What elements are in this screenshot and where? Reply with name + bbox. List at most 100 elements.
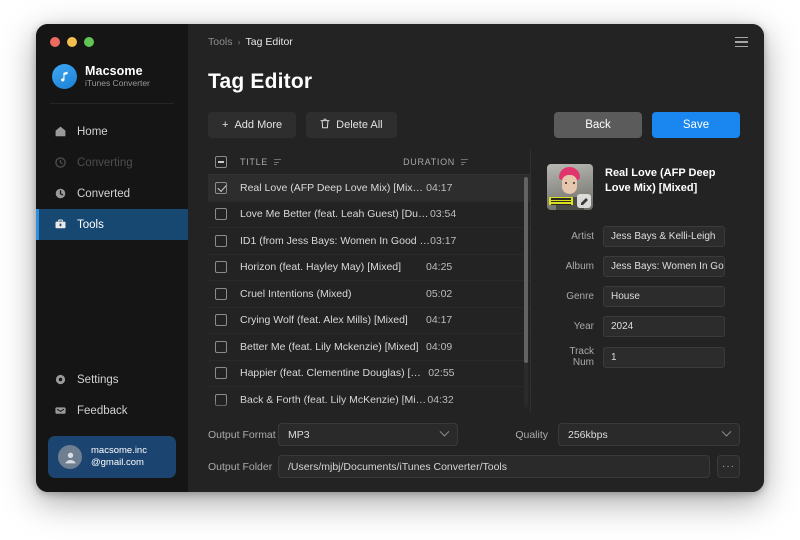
delete-all-button[interactable]: Delete All xyxy=(306,112,397,138)
main-content: Tools › Tag Editor Tag Editor + Add More… xyxy=(188,24,764,492)
row-checkbox[interactable] xyxy=(215,340,227,353)
scrollbar-thumb[interactable] xyxy=(524,177,528,363)
trash-icon xyxy=(320,118,330,132)
sidebar-item-home[interactable]: Home xyxy=(36,116,188,147)
select-all-checkbox[interactable] xyxy=(215,156,227,168)
sort-filter-icon[interactable] xyxy=(461,159,468,165)
table-row[interactable]: Real Love (AFP Deep Love Mix) [Mixed] 04… xyxy=(208,175,530,202)
metadata-fields: Artist Jess Bays & Kelli-Leigh Album Jes… xyxy=(547,226,740,368)
add-more-button[interactable]: + Add More xyxy=(208,112,297,138)
sidebar-item-settings[interactable]: Settings xyxy=(36,364,188,395)
row-checkbox[interactable] xyxy=(215,261,227,274)
row-duration: 04:25 xyxy=(426,261,453,274)
album-input[interactable]: Jess Bays: Women In Goc xyxy=(603,256,725,277)
browse-folder-button[interactable]: ··· xyxy=(717,455,740,478)
sidebar-item-feedback[interactable]: Feedback xyxy=(36,395,188,426)
row-checkbox[interactable] xyxy=(215,181,227,194)
sidebar-item-label: Settings xyxy=(77,373,119,386)
year-input[interactable]: 2024 xyxy=(603,316,725,337)
quality-value: 256kbps xyxy=(568,428,608,441)
close-window-button[interactable] xyxy=(50,37,60,47)
row-title: Better Me (feat. Lily Mckenzie) [Mixed] xyxy=(240,340,419,353)
track-list-scrollbar[interactable] xyxy=(524,177,528,409)
clock-icon xyxy=(53,187,67,201)
row-title: Cruel Intentions (Mixed) xyxy=(240,287,352,300)
row-title: Horizon (feat. Hayley May) [Mixed] xyxy=(240,261,402,274)
save-button[interactable]: Save xyxy=(652,112,740,138)
table-row[interactable]: ID1 (from Jess Bays: Women In Good Comp.… xyxy=(208,228,530,255)
table-row[interactable]: Horizon (feat. Hayley May) [Mixed] 04:25 xyxy=(208,255,530,281)
sidebar-item-converting[interactable]: Converting xyxy=(36,147,188,178)
table-row[interactable]: Love Me Better (feat. Leah Guest) [Dub M… xyxy=(208,202,530,228)
track-num-input[interactable]: 1 xyxy=(603,346,725,368)
table-row[interactable]: Happier (feat. Clementine Douglas) [Mixe… xyxy=(208,361,530,387)
quality-select[interactable]: 256kbps xyxy=(558,423,740,446)
breadcrumb-separator-icon: › xyxy=(237,37,241,47)
field-artist: Artist Jess Bays & Kelli-Leigh xyxy=(547,226,740,247)
account-card[interactable]: macsome.inc @gmail.com xyxy=(48,436,176,478)
row-checkbox[interactable] xyxy=(215,287,227,300)
field-label: Album xyxy=(565,261,594,272)
sidebar-item-converted[interactable]: Converted xyxy=(36,178,188,209)
account-email-line1: macsome.inc xyxy=(91,445,147,457)
output-folder-input[interactable]: /Users/mjbj/Documents/iTunes Converter/T… xyxy=(278,455,710,478)
field-label: Track Num xyxy=(569,346,594,368)
back-button[interactable]: Back xyxy=(554,112,642,138)
artist-input[interactable]: Jess Bays & Kelli-Leigh xyxy=(603,226,725,247)
minimize-window-button[interactable] xyxy=(67,37,77,47)
album-artwork[interactable] xyxy=(547,164,593,210)
delete-all-label: Delete All xyxy=(336,119,383,131)
column-duration[interactable]: DURATION xyxy=(403,157,468,167)
column-title[interactable]: TITLE xyxy=(240,157,282,167)
table-row[interactable]: Back & Forth (feat. Lily McKenzie) [Mixe… xyxy=(208,387,530,413)
output-format-select[interactable]: MP3 xyxy=(278,423,458,446)
sidebar-nav: Home Converting Converted Tools xyxy=(36,116,188,241)
table-row[interactable]: Better Me (feat. Lily Mckenzie) [Mixed] … xyxy=(208,334,530,361)
breadcrumb: Tools › Tag Editor xyxy=(208,36,293,48)
row-duration: 02:55 xyxy=(428,367,455,380)
table-row[interactable]: Cruel Intentions (Mixed) 05:02 xyxy=(208,281,530,308)
artwork-and-title: Real Love (AFP Deep Love Mix) [Mixed] xyxy=(547,164,740,210)
field-track-num: Track Num 1 xyxy=(547,346,740,368)
window-traffic-lights xyxy=(36,24,188,47)
sort-filter-icon[interactable] xyxy=(274,159,282,165)
row-duration: 04:17 xyxy=(426,181,453,194)
sidebar-item-label: Converting xyxy=(77,156,133,169)
sidebar-item-label: Feedback xyxy=(77,404,128,417)
row-duration: 04:17 xyxy=(426,314,453,327)
field-year: Year 2024 xyxy=(547,316,740,337)
hamburger-menu-icon[interactable] xyxy=(735,36,748,48)
chevron-down-icon xyxy=(721,426,732,437)
brand-logo-block: Macsome iTunes Converter xyxy=(36,47,188,90)
field-label: Genre xyxy=(566,291,594,302)
track-rows[interactable]: Real Love (AFP Deep Love Mix) [Mixed] 04… xyxy=(208,175,530,413)
breadcrumb-current: Tag Editor xyxy=(245,36,293,48)
toolbox-icon xyxy=(53,218,67,232)
music-note-icon xyxy=(52,64,77,90)
sidebar-item-label: Converted xyxy=(77,187,131,200)
editor-content: TITLE DURATION Real Love (AFP Deep Love … xyxy=(188,138,764,413)
table-row[interactable]: Crying Wolf (feat. Alex Mills) [Mixed] 0… xyxy=(208,308,530,334)
output-format-value: MP3 xyxy=(288,428,310,441)
screenshot-canvas: Macsome iTunes Converter Home Converting xyxy=(0,0,800,540)
account-email-line2: @gmail.com xyxy=(91,457,144,468)
artwork-eye-right xyxy=(573,182,575,184)
message-icon xyxy=(53,404,67,418)
edit-pencil-icon[interactable] xyxy=(577,194,591,208)
converting-icon xyxy=(53,156,67,170)
output-format-label: Output Format xyxy=(208,428,276,441)
row-title: Happier (feat. Clementine Douglas) [Mixe… xyxy=(240,367,429,380)
row-checkbox[interactable] xyxy=(215,367,227,380)
add-more-label: Add More xyxy=(234,119,283,131)
brand-subtitle: iTunes Converter xyxy=(85,78,150,89)
row-checkbox[interactable] xyxy=(215,234,227,247)
row-checkbox[interactable] xyxy=(215,314,227,327)
sidebar-item-tools[interactable]: Tools xyxy=(36,209,188,241)
maximize-window-button[interactable] xyxy=(84,37,94,47)
breadcrumb-root[interactable]: Tools xyxy=(208,36,233,48)
gear-icon xyxy=(53,373,67,387)
row-checkbox[interactable] xyxy=(215,393,227,406)
genre-input[interactable]: House xyxy=(603,286,725,307)
row-title: ID1 (from Jess Bays: Women In Good Comp.… xyxy=(240,234,430,247)
row-checkbox[interactable] xyxy=(215,208,227,221)
